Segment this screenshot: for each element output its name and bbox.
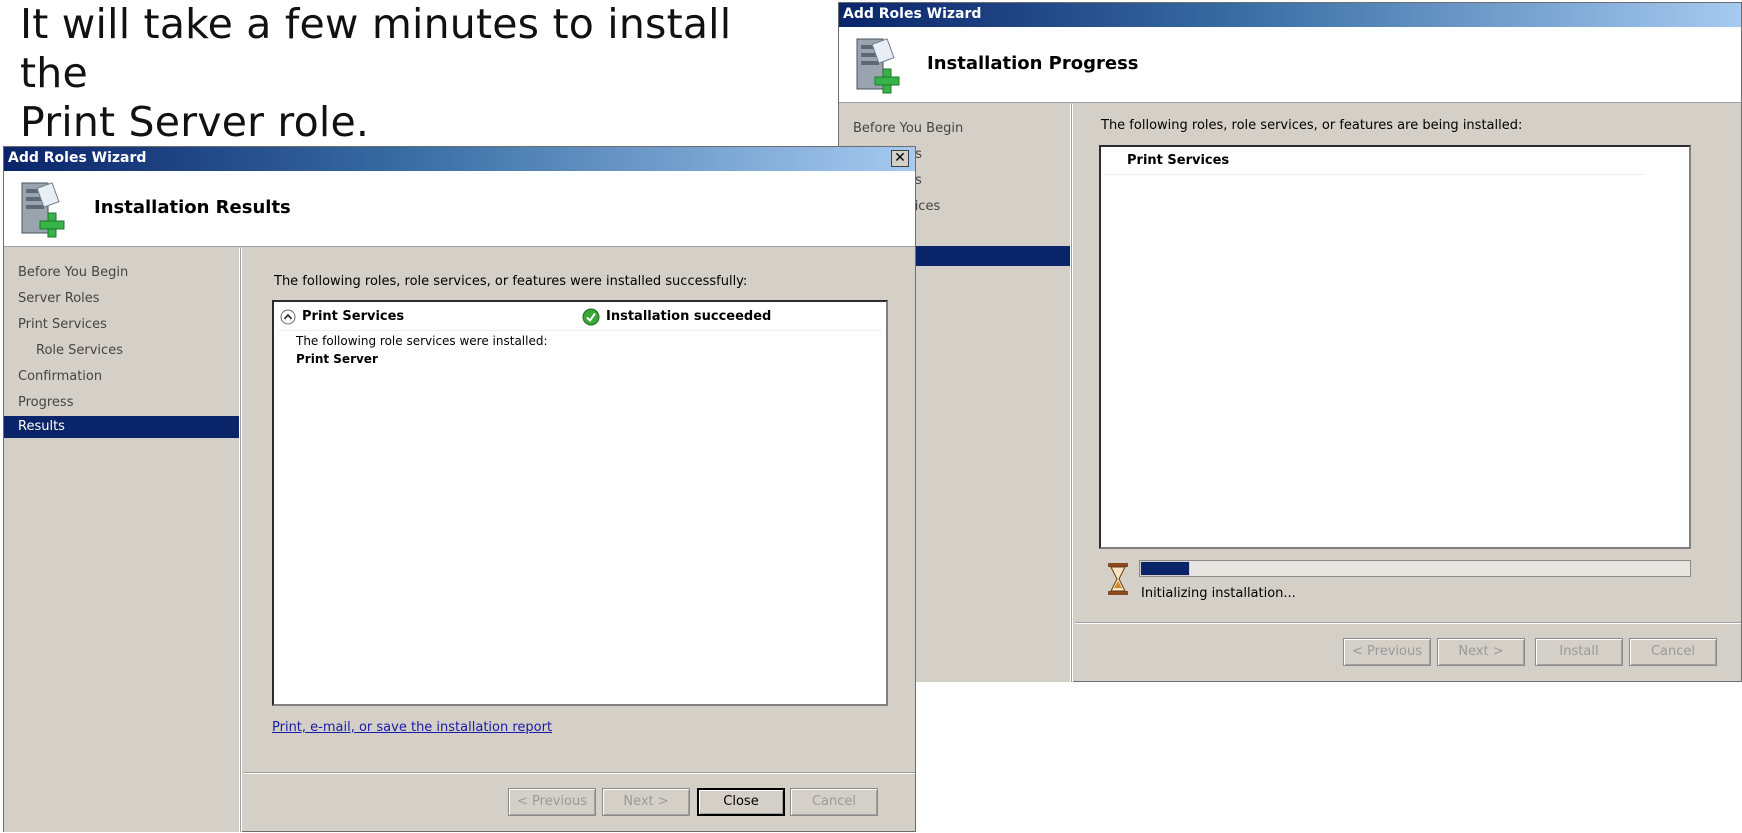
results-nav-item-print-services[interactable]: Print Services bbox=[4, 312, 239, 338]
progress-intro-text: The following roles, role services, or f… bbox=[1101, 118, 1523, 133]
results-intro-text: The following roles, role services, or f… bbox=[274, 274, 748, 289]
results-row-underline bbox=[278, 330, 882, 331]
progress-role-list[interactable]: Print Services bbox=[1099, 145, 1691, 549]
results-nav-item-confirmation[interactable]: Confirmation bbox=[4, 364, 239, 390]
results-detail-line: The following role services were install… bbox=[296, 334, 548, 348]
slide-heading: It will take a few minutes to install th… bbox=[20, 0, 780, 147]
results-nav: Before You Begin Server Roles Print Serv… bbox=[4, 248, 240, 832]
results-footer-divider bbox=[244, 772, 915, 774]
results-content: The following roles, role services, or f… bbox=[244, 248, 915, 832]
server-add-icon bbox=[856, 38, 900, 94]
progress-content: The following roles, role services, or f… bbox=[1075, 104, 1741, 682]
progress-next-button[interactable]: Next > bbox=[1437, 638, 1525, 666]
results-nav-item-before-you-begin[interactable]: Before You Begin bbox=[4, 260, 239, 286]
results-header: Installation Results bbox=[4, 171, 915, 247]
results-role-name: Print Services bbox=[302, 309, 405, 324]
results-nav-item-role-services[interactable]: Role Services bbox=[4, 338, 239, 364]
results-next-button[interactable]: Next > bbox=[602, 788, 690, 816]
install-progress-bar bbox=[1139, 560, 1691, 577]
install-progress-fill bbox=[1140, 561, 1190, 576]
progress-role-item: Print Services bbox=[1127, 153, 1230, 168]
progress-install-button[interactable]: Install bbox=[1535, 638, 1623, 666]
progress-titlebar[interactable]: Add Roles Wizard bbox=[839, 3, 1741, 27]
results-nav-item-progress[interactable]: Progress bbox=[4, 390, 239, 416]
results-detail-item: Print Server bbox=[296, 352, 378, 366]
server-add-icon bbox=[21, 182, 65, 238]
results-titlebar[interactable]: Add Roles Wizard ✕ bbox=[4, 147, 915, 171]
hourglass-icon bbox=[1108, 563, 1128, 595]
results-status: Installation succeeded bbox=[606, 309, 772, 324]
results-previous-button[interactable]: < Previous bbox=[508, 788, 596, 816]
installation-report-link[interactable]: Print, e-mail, or save the installation … bbox=[272, 720, 552, 735]
results-nav-divider bbox=[240, 248, 242, 832]
progress-role-underline bbox=[1105, 174, 1645, 175]
results-nav-item-results[interactable]: Results bbox=[4, 416, 239, 438]
progress-footer-divider bbox=[1075, 622, 1741, 624]
progress-cancel-button[interactable]: Cancel bbox=[1629, 638, 1717, 666]
success-check-icon bbox=[582, 308, 600, 326]
slide-heading-line1: It will take a few minutes to install th… bbox=[20, 0, 732, 97]
results-close-button[interactable]: Close bbox=[697, 788, 785, 816]
progress-nav-item[interactable]: Before You Begin bbox=[839, 116, 1070, 142]
progress-wizard-window: Add Roles Wizard Installation Progress B… bbox=[838, 2, 1742, 682]
results-header-title: Installation Results bbox=[94, 197, 291, 218]
close-icon[interactable]: ✕ bbox=[891, 150, 909, 167]
results-role-list[interactable]: Print Services Installation succeeded Th… bbox=[272, 300, 888, 706]
progress-status-text: Initializing installation... bbox=[1141, 586, 1296, 601]
results-nav-item-server-roles[interactable]: Server Roles bbox=[4, 286, 239, 312]
progress-window-title: Add Roles Wizard bbox=[843, 6, 982, 22]
results-window-title: Add Roles Wizard bbox=[8, 150, 147, 166]
results-cancel-button[interactable]: Cancel bbox=[790, 788, 878, 816]
slide-heading-line2: Print Server role. bbox=[20, 98, 370, 146]
progress-header-title: Installation Progress bbox=[927, 53, 1139, 74]
progress-previous-button[interactable]: < Previous bbox=[1343, 638, 1431, 666]
results-wizard-window: Add Roles Wizard ✕ Installation Results … bbox=[3, 146, 916, 832]
collapse-chevron-icon[interactable] bbox=[280, 309, 296, 325]
progress-header: Installation Progress bbox=[839, 27, 1741, 103]
progress-nav-divider bbox=[1071, 104, 1073, 682]
